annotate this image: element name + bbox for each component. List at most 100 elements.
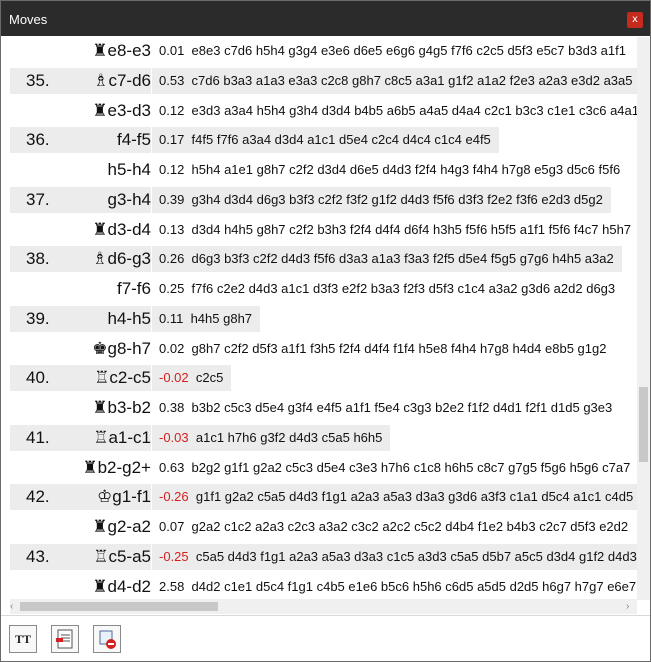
move-cell[interactable]: 39. h4-h5 bbox=[10, 305, 151, 332]
engine-line[interactable]: 0.38 b3b2 c5c3 d5e4 g3f4 e4f5 a1f1 f5e4 … bbox=[152, 395, 620, 421]
move-number: 40. bbox=[26, 368, 50, 388]
piece-icon: ♜ bbox=[92, 41, 108, 61]
engine-line[interactable]: -0.26 g1f1 g2a2 c5a5 d4d3 f1g1 a2a3 a5a3… bbox=[152, 484, 637, 511]
move-row[interactable]: 37. g3-h4 0.39 g3h4 d3d4 d6g3 b3f3 c2f2 f3… bbox=[10, 186, 637, 216]
engine-line[interactable]: 0.01 e8e3 c7d6 h5h4 g3g4 e3e6 d6e5 e6g6 … bbox=[152, 38, 634, 64]
scroll-left-arrow-icon[interactable]: ‹ bbox=[10, 599, 13, 614]
engine-line[interactable]: 0.25 f7f6 c2e2 d4d3 a1c1 d3f3 e2f2 b3a3 … bbox=[152, 276, 623, 302]
evaluation-score: 0.53 bbox=[159, 72, 185, 88]
move-text: c5-a5 bbox=[108, 546, 151, 566]
notation-button[interactable] bbox=[51, 625, 79, 653]
move-text: e8-e3 bbox=[107, 41, 151, 60]
piece-icon: ♜ bbox=[92, 100, 108, 121]
move-cell[interactable]: ♜b2-g2+ bbox=[10, 455, 151, 481]
variation-text: d4d2 c1e1 d5c4 f1g1 c4b5 e1e6 b5c6 h5h6 … bbox=[191, 578, 637, 594]
vertical-scrollbar[interactable] bbox=[637, 37, 650, 600]
move-text: g1-f1 bbox=[112, 487, 151, 507]
move-notation: ♖a1-c1 bbox=[93, 425, 151, 451]
move-cell[interactable]: ♜d3-d4 bbox=[10, 217, 151, 243]
move-text: g8-h7 bbox=[107, 338, 151, 358]
variation-text: g3h4 d3d4 d6g3 b3f3 c2f2 f3f2 g1f2 d4d3 … bbox=[191, 191, 603, 207]
move-row[interactable]: ♚g8-h7 0.02 g8h7 c2f2 d5f3 a1f1 f3h5 f2f4… bbox=[10, 335, 637, 365]
move-text: b3-b2 bbox=[107, 398, 151, 417]
move-cell[interactable]: ♜b3-b2 bbox=[10, 395, 151, 421]
move-cell[interactable]: 42. ♔g1-f1 bbox=[10, 484, 151, 511]
variation-text: b3b2 c5c3 d5e4 g3f4 e4f5 a1f1 f5e4 c3g3 … bbox=[191, 400, 613, 415]
move-text: g2-a2 bbox=[107, 517, 151, 536]
clear-button[interactable] bbox=[93, 625, 121, 653]
window-title: Moves bbox=[9, 12, 48, 27]
move-row[interactable]: f7-f6 0.25 f7f6 c2e2 d4d3 a1c1 d3f3 e2f2 … bbox=[10, 275, 637, 305]
close-button[interactable]: x bbox=[627, 12, 643, 28]
move-row[interactable]: ♜b3-b2 0.38 b3b2 c5c3 d5e4 g3f4 e4f5 a1f1… bbox=[10, 394, 637, 424]
evaluation-score: 0.02 bbox=[159, 340, 185, 356]
scroll-right-arrow-icon[interactable]: › bbox=[626, 599, 629, 614]
engine-line[interactable]: 0.12 h5h4 a1e1 g8h7 c2f2 d3d4 d6e5 d4d3 … bbox=[152, 157, 628, 183]
evaluation-score: 0.25 bbox=[159, 281, 185, 296]
move-row[interactable]: ♜g2-a2 0.07 g2a2 c1c2 a2a3 c2c3 a3a2 c3c2… bbox=[10, 513, 637, 543]
font-size-button[interactable]: TT bbox=[9, 625, 37, 653]
engine-line[interactable]: -0.03 a1c1 h7h6 g3f2 d4d3 c5a5 h6h5 bbox=[152, 424, 391, 451]
move-text: h4-h5 bbox=[107, 308, 151, 328]
variation-text: h4h5 g8h7 bbox=[190, 310, 253, 326]
moves-list[interactable]: ♜e8-e3 0.01 e8e3 c7d6 h5h4 g3g4 e3e6 d6e5… bbox=[10, 37, 637, 600]
move-cell[interactable]: ♜d4-d2 bbox=[10, 574, 151, 600]
move-cell[interactable]: f7-f6 bbox=[10, 276, 151, 302]
move-row[interactable]: ♜d3-d4 0.13 d3d4 h4h5 g8h7 c2f2 b3h3 f2f4… bbox=[10, 216, 637, 246]
move-row[interactable]: 40. ♖c2-c5 -0.02 c2c5 bbox=[10, 364, 637, 394]
engine-line[interactable]: 0.11 h4h5 g8h7 bbox=[152, 305, 261, 332]
engine-line[interactable]: 0.13 d3d4 h4h5 g8h7 c2f2 b3h3 f2f4 d4f4 … bbox=[152, 217, 637, 243]
engine-line[interactable]: -0.25 c5a5 d4d3 f1g1 a2a3 a5a3 d3a3 c1c5… bbox=[152, 543, 637, 570]
move-row[interactable]: h5-h4 0.12 h5h4 a1e1 g8h7 c2f2 d3d4 d6e5 … bbox=[10, 156, 637, 186]
engine-line[interactable]: 0.39 g3h4 d3d4 d6g3 b3f3 c2f2 f3f2 g1f2 … bbox=[152, 186, 611, 213]
move-cell[interactable]: 38. ♗d6-g3 bbox=[10, 246, 151, 273]
engine-line[interactable]: 0.12 e3d3 a3a4 h5h4 g3h4 d3d4 b4b5 a6b5 … bbox=[152, 98, 637, 124]
move-row[interactable]: ♜e3-d3 0.12 e3d3 a3a4 h5h4 g3h4 d3d4 b4b5… bbox=[10, 97, 637, 127]
move-number: 36. bbox=[26, 130, 50, 150]
move-cell[interactable]: h5-h4 bbox=[10, 157, 151, 183]
move-cell[interactable]: 35. ♗c7-d6 bbox=[10, 67, 151, 94]
move-row[interactable]: 38. ♗d6-g3 0.26 d6g3 b3f3 c2f2 d4d3 f5f6 d… bbox=[10, 245, 637, 275]
move-cell[interactable]: 36. f4-f5 bbox=[10, 127, 151, 154]
move-cell[interactable]: ♜e3-d3 bbox=[10, 98, 151, 124]
move-cell[interactable]: 41. ♖a1-c1 bbox=[10, 424, 151, 451]
move-row[interactable]: ♜b2-g2+ 0.63 b2g2 g1f1 g2a2 c5c3 d5e4 c3e… bbox=[10, 454, 637, 484]
engine-line[interactable]: 0.53 c7d6 b3a3 a1a3 e3a3 c2c8 g8h7 c8c5 … bbox=[152, 67, 637, 94]
move-text: f7-f6 bbox=[116, 279, 151, 298]
move-number: 35. bbox=[26, 70, 50, 90]
horizontal-scrollbar[interactable]: ‹ › bbox=[10, 599, 637, 614]
engine-line[interactable]: 0.26 d6g3 b3f3 c2f2 d4d3 f5f6 d3a3 a1a3 … bbox=[152, 246, 622, 273]
move-row[interactable]: 41. ♖a1-c1 -0.03 a1c1 h7h6 g3f2 d4d3 c5a5 … bbox=[10, 424, 637, 454]
engine-line[interactable]: 0.07 g2a2 c1c2 a2a3 c2c3 a3a2 c3c2 a2c2 … bbox=[152, 514, 636, 540]
move-cell[interactable]: ♜g2-a2 bbox=[10, 514, 151, 540]
move-cell[interactable]: ♚g8-h7 bbox=[10, 336, 151, 362]
scroll-delete-icon bbox=[99, 630, 116, 649]
evaluation-score: 0.26 bbox=[159, 251, 185, 267]
move-row[interactable]: 36. f4-f5 0.17 f4f5 f7f6 a3a4 d3d4 a1c1 d5… bbox=[10, 126, 637, 156]
move-notation: f4-f5 bbox=[117, 127, 151, 153]
move-cell[interactable]: 40. ♖c2-c5 bbox=[10, 365, 151, 392]
piece-icon: ♜ bbox=[92, 219, 108, 240]
move-row[interactable]: ♜d4-d2 2.58 d4d2 c1e1 d5c4 f1g1 c4b5 e1e6… bbox=[10, 573, 637, 601]
engine-line[interactable]: 0.02 g8h7 c2f2 d5f3 a1f1 f3h5 f2f4 d4f4 … bbox=[152, 336, 614, 362]
engine-line[interactable]: -0.02 c2c5 bbox=[152, 365, 232, 392]
move-cell[interactable]: ♜e8-e3 bbox=[10, 38, 151, 64]
move-row[interactable]: 43. ♖c5-a5 -0.25 c5a5 d4d3 f1g1 a2a3 a5a3 … bbox=[10, 543, 637, 573]
move-cell[interactable]: 37. g3-h4 bbox=[10, 186, 151, 213]
move-row[interactable]: ♜e8-e3 0.01 e8e3 c7d6 h5h4 g3g4 e3e6 d6e5… bbox=[10, 37, 637, 67]
variation-text: a1c1 h7h6 g3f2 d4d3 c5a5 h6h5 bbox=[195, 429, 383, 445]
evaluation-score: 0.63 bbox=[159, 459, 185, 475]
move-row[interactable]: 39. h4-h5 0.11 h4h5 g8h7 bbox=[10, 305, 637, 335]
engine-line[interactable]: 2.58 d4d2 c1e1 d5c4 f1g1 c4b5 e1e6 b5c6 … bbox=[152, 574, 637, 600]
move-row[interactable]: 42. ♔g1-f1 -0.26 g1f1 g2a2 c5a5 d4d3 f1g1 … bbox=[10, 483, 637, 513]
vertical-scroll-thumb[interactable] bbox=[639, 387, 648, 462]
move-text: d6-g3 bbox=[107, 249, 151, 269]
move-text: d3-d4 bbox=[107, 219, 151, 239]
horizontal-scroll-thumb[interactable] bbox=[20, 602, 218, 611]
move-cell[interactable]: 43. ♖c5-a5 bbox=[10, 543, 151, 570]
engine-line[interactable]: 0.17 f4f5 f7f6 a3a4 d3d4 a1c1 d5e4 c2c4 … bbox=[152, 127, 499, 154]
variation-text: g8h7 c2f2 d5f3 a1f1 f3h5 f2f4 d4f4 f1f4 … bbox=[191, 340, 607, 356]
engine-line[interactable]: 0.63 b2g2 g1f1 g2a2 c5c3 d5e4 c3e3 h7h6 … bbox=[152, 455, 637, 481]
move-row[interactable]: 35. ♗c7-d6 0.53 c7d6 b3a3 a1a3 e3a3 c2c8 g… bbox=[10, 67, 637, 97]
evaluation-score: 0.12 bbox=[159, 162, 185, 177]
